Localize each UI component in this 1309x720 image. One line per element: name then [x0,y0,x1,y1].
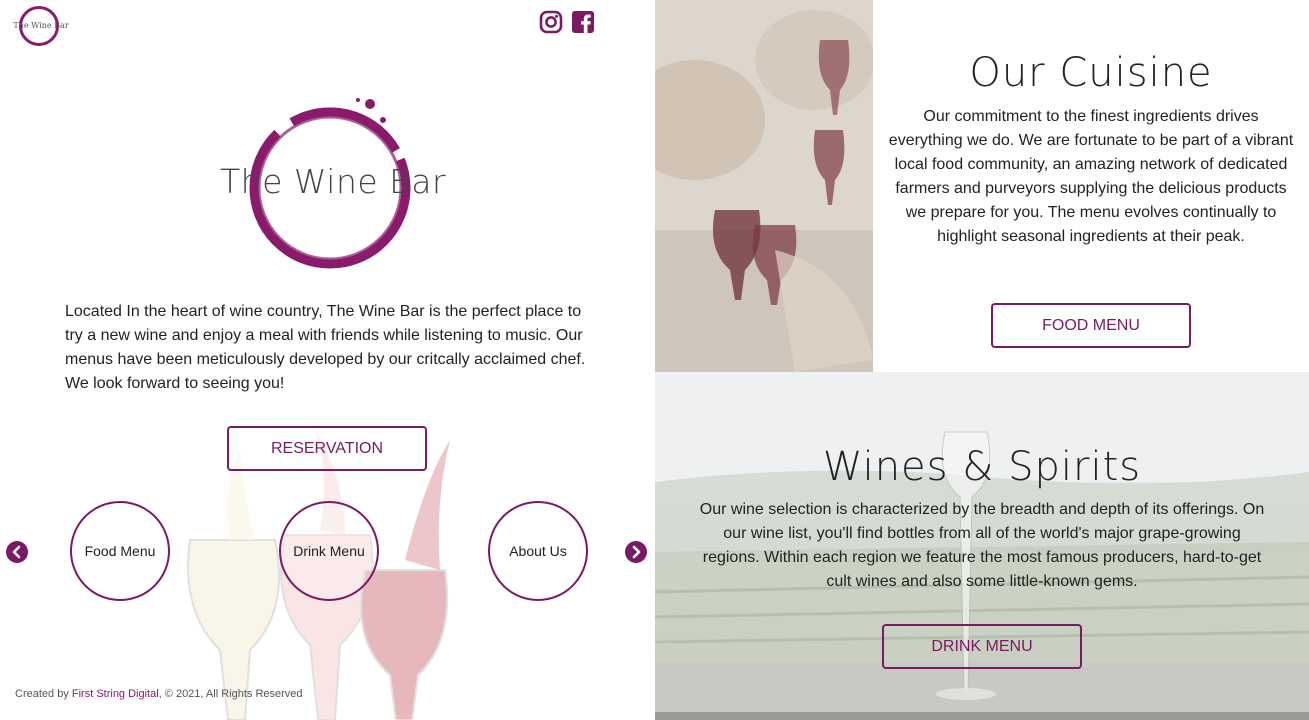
chevron-right-icon[interactable] [625,541,647,563]
cuisine-section: Our Cuisine Our commitment to the finest… [873,0,1309,372]
drink-menu-button[interactable]: DRINK MENU [882,624,1082,669]
hero-logo: The Wine Bar [220,96,447,276]
wines-body: Our wine selection is characterized by t… [699,501,1265,590]
left-panel: The Wine Bar The Wine Bar Located In the… [0,0,655,720]
footer-credit: Created by First String Digital, © 2021,… [15,688,303,700]
footer-prefix: Created by [15,688,72,700]
reservation-button[interactable]: RESERVATION [227,426,427,471]
carousel-item-food-menu[interactable]: Food Menu [70,501,170,601]
chevron-left-icon[interactable] [6,541,28,563]
toast-photo [655,0,873,372]
footer-credit-link[interactable]: First String Digital [72,688,159,700]
food-menu-button[interactable]: FOOD MENU [991,303,1191,348]
header-logo-text: The Wine Bar [13,21,69,30]
hero-logo-text: The Wine Bar [220,162,447,201]
wines-title: Wines & Spirits [822,444,1142,490]
intro-paragraph: Located In the heart of wine country, Th… [65,303,586,392]
carousel-item-drink-menu[interactable]: Drink Menu [279,501,379,601]
facebook-icon[interactable] [571,10,595,34]
cuisine-body: Our commitment to the finest ingredients… [888,108,1294,245]
wines-section: Wines & Spirits Our wine selection is ch… [655,372,1309,720]
header-logo[interactable]: The Wine Bar [13,4,69,50]
instagram-icon[interactable] [539,10,563,34]
footer-suffix: , © 2021, All Rights Reserved [158,688,303,700]
carousel-item-about-us[interactable]: About Us [488,501,588,601]
cuisine-title: Our Cuisine [969,50,1213,96]
